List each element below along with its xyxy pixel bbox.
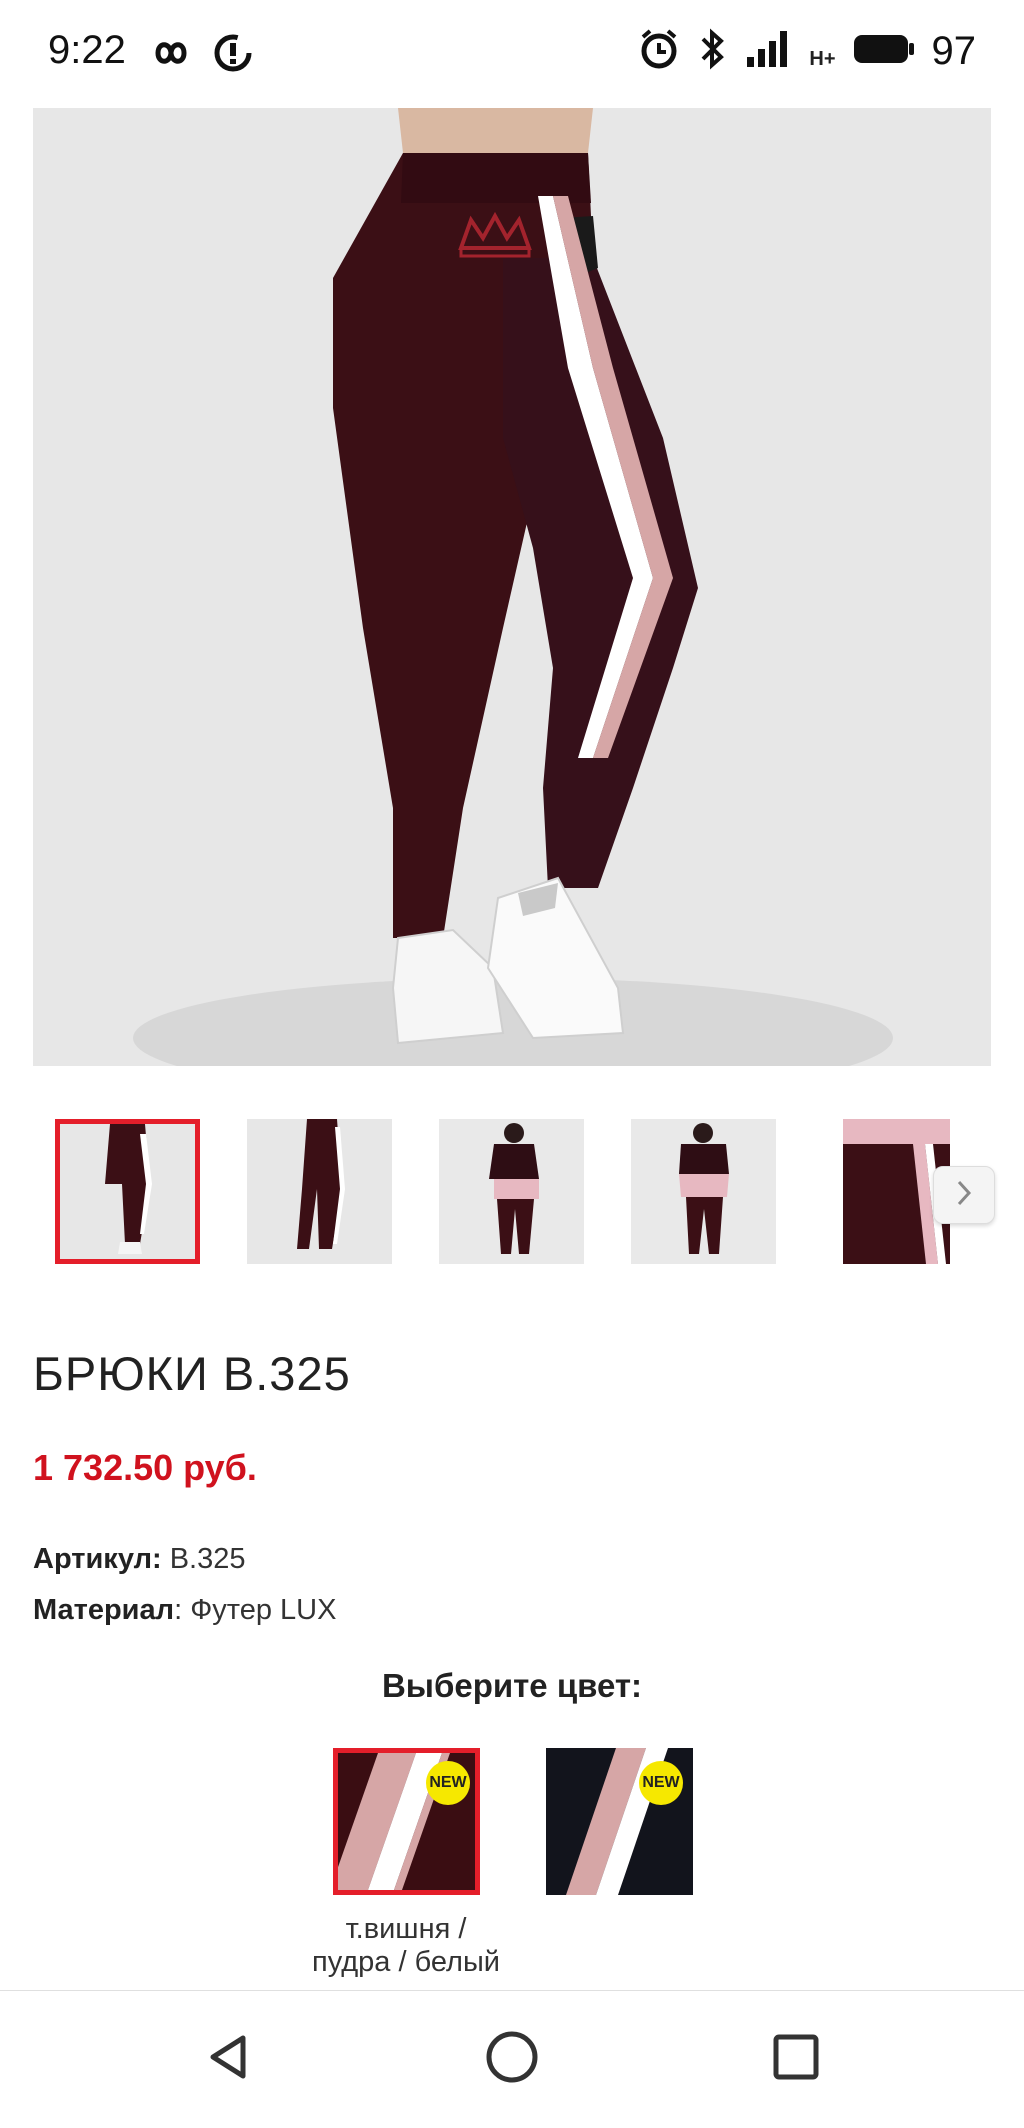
- main-product-image[interactable]: [33, 108, 991, 1066]
- new-badge: NEW: [639, 1761, 683, 1805]
- thumbnail-image: [247, 1119, 392, 1264]
- sku-row: Артикул: B.325: [33, 1543, 246, 1576]
- thumbnail-1[interactable]: [55, 1119, 200, 1264]
- status-bar: 9:22 H+ 97: [0, 0, 1024, 108]
- back-icon: [203, 2032, 253, 2087]
- color-swatch-cherry[interactable]: NEW: [333, 1748, 480, 1895]
- color-label-line-2: пудра / белый: [311, 1946, 500, 1978]
- signal-icon: [745, 27, 793, 76]
- recents-button[interactable]: [760, 2023, 832, 2095]
- selected-color-label: т.вишня / пудра / белый: [286, 1913, 526, 1979]
- material-label: Материал: [33, 1594, 175, 1626]
- network-hplus-icon: H+: [809, 47, 836, 70]
- infinity-icon: [146, 30, 196, 81]
- data-saver-icon: [210, 30, 256, 81]
- sku-label: Артикул:: [33, 1543, 162, 1575]
- status-time: 9:22: [48, 28, 126, 72]
- gallery-next-button[interactable]: [933, 1166, 995, 1224]
- recents-icon: [772, 2033, 820, 2086]
- alarm-icon: [637, 27, 681, 76]
- sku-value: B.325: [161, 1543, 246, 1575]
- system-nav-bar: [0, 1990, 1024, 2128]
- thumbnail-image: [631, 1119, 776, 1264]
- bluetooth-icon: [697, 27, 729, 76]
- thumbnail-4[interactable]: [631, 1119, 776, 1264]
- pants-illustration: [33, 108, 991, 1066]
- home-icon: [485, 2030, 539, 2089]
- thumbnail-image: [60, 1124, 195, 1259]
- thumbnail-3[interactable]: [439, 1119, 584, 1264]
- product-price: 1 732.50 руб.: [33, 1447, 257, 1488]
- choose-color-heading: Выберите цвет:: [381, 1667, 643, 1704]
- new-badge: NEW: [426, 1761, 470, 1805]
- chevron-right-icon: [953, 1178, 975, 1213]
- color-label-line-1: т.вишня /: [345, 1913, 467, 1945]
- product-title: БРЮКИ B.325: [33, 1347, 351, 1400]
- color-swatch-navy[interactable]: NEW: [546, 1748, 693, 1895]
- battery-icon: [852, 31, 916, 72]
- battery-level: 97: [931, 28, 977, 73]
- material-value: : Футер LUX: [174, 1594, 337, 1626]
- home-button[interactable]: [476, 2023, 548, 2095]
- back-button[interactable]: [192, 2023, 264, 2095]
- thumbnail-2[interactable]: [247, 1119, 392, 1264]
- material-row: Материал: Футер LUX: [33, 1594, 336, 1627]
- thumbnail-image: [439, 1119, 584, 1264]
